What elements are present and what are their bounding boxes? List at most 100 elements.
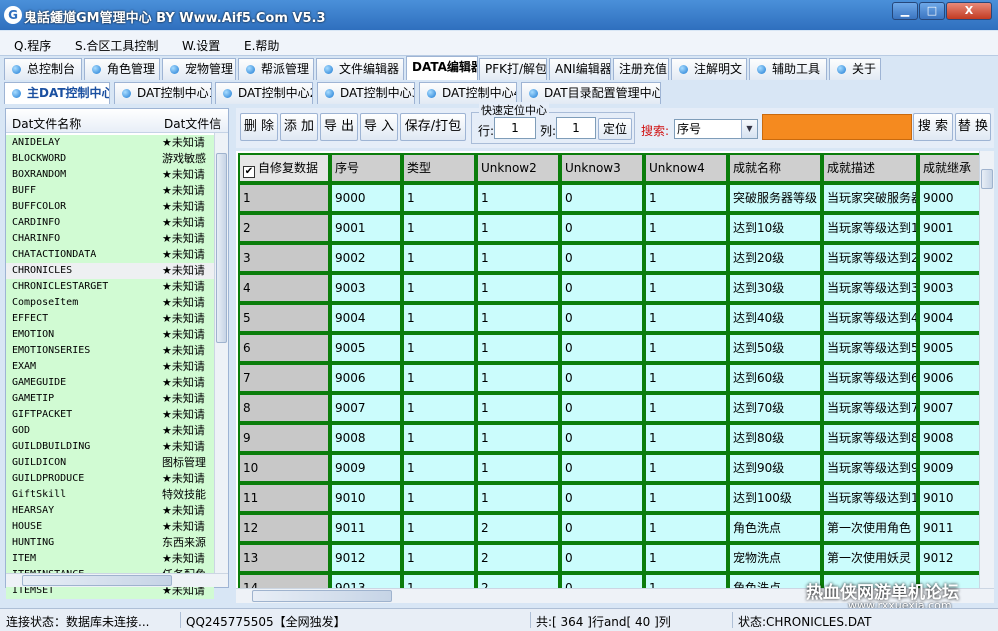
grid-cell[interactable]: 9000 — [330, 183, 402, 213]
chevron-down-icon[interactable]: ▼ — [741, 120, 757, 138]
grid-cell[interactable]: 9001 — [918, 213, 979, 243]
menu-program[interactable]: Q.程序 — [14, 37, 51, 54]
grid-cell[interactable]: 9010 — [918, 483, 979, 513]
grid-cell[interactable]: 9004 — [918, 303, 979, 333]
grid-row-header[interactable]: 2 — [238, 213, 330, 243]
subtab-main-dat[interactable]: 主DAT控制中心 — [4, 82, 110, 104]
grid-cell[interactable]: 0 — [560, 393, 644, 423]
grid-cell[interactable]: 0 — [560, 333, 644, 363]
export-button[interactable]: 导 出 — [320, 113, 358, 141]
grid-column-header[interactable]: 成就描述 — [822, 153, 918, 183]
grid-cell[interactable]: 达到10级 — [728, 213, 822, 243]
grid-cell[interactable]: 角色洗点 — [728, 513, 822, 543]
grid-row-header[interactable]: 1 — [238, 183, 330, 213]
grid-vscroll-thumb[interactable] — [981, 169, 993, 189]
list-item[interactable]: BOXRANDOM ★未知请 — [6, 167, 214, 183]
grid-cell[interactable]: 1 — [476, 213, 560, 243]
close-button[interactable]: X — [946, 2, 992, 20]
tab-about[interactable]: 关于 — [829, 58, 881, 80]
replace-button[interactable]: 替 换 — [955, 113, 991, 141]
grid-cell[interactable]: 1 — [402, 423, 476, 453]
list-item[interactable]: EMOTION ★未知请 — [6, 327, 214, 343]
grid-row-header[interactable]: 13 — [238, 543, 330, 573]
grid-cell[interactable]: 0 — [560, 453, 644, 483]
list-item[interactable]: GOD ★未知请 — [6, 423, 214, 439]
grid-column-header[interactable]: 成就名称 — [728, 153, 822, 183]
menu-settings[interactable]: W.设置 — [182, 37, 220, 54]
grid-cell[interactable]: 9012 — [330, 543, 402, 573]
list-item[interactable]: ITEM ★未知请 — [6, 551, 214, 567]
grid-row-header[interactable]: 10 — [238, 453, 330, 483]
grid-cell[interactable]: 当玩家等级达到1 — [822, 213, 918, 243]
grid-cell[interactable]: 1 — [644, 543, 728, 573]
grid-cell[interactable]: 0 — [560, 513, 644, 543]
grid-cell[interactable]: 9013 — [330, 573, 402, 588]
grid-cell[interactable]: 1 — [402, 363, 476, 393]
grid-cell[interactable]: 1 — [476, 273, 560, 303]
grid-cell[interactable]: 1 — [402, 483, 476, 513]
grid-cell[interactable]: 9006 — [330, 363, 402, 393]
maximize-button[interactable]: □ — [919, 2, 945, 20]
grid-cell[interactable]: 宠物洗点 — [728, 543, 822, 573]
grid-cell[interactable]: 达到60级 — [728, 363, 822, 393]
grid-cell[interactable]: 1 — [402, 333, 476, 363]
grid-cell[interactable]: 当玩家等级达到7 — [822, 393, 918, 423]
col-input[interactable]: 1 — [556, 117, 596, 139]
grid-cell[interactable]: 9005 — [330, 333, 402, 363]
grid-cell[interactable]: 0 — [560, 573, 644, 588]
minimize-button[interactable]: ▁ — [892, 2, 918, 20]
list-hscroll[interactable] — [6, 573, 228, 587]
grid-cell[interactable]: 0 — [560, 483, 644, 513]
search-input[interactable] — [762, 114, 912, 140]
grid-cell[interactable]: 1 — [644, 213, 728, 243]
list-item[interactable]: GAMEGUIDE ★未知请 — [6, 375, 214, 391]
list-item[interactable]: HEARSAY ★未知请 — [6, 503, 214, 519]
search-button[interactable]: 搜 索 — [913, 113, 953, 141]
grid-cell[interactable]: 1 — [644, 273, 728, 303]
grid-cell[interactable]: 达到20级 — [728, 243, 822, 273]
grid-cell[interactable]: 1 — [644, 303, 728, 333]
list-item[interactable]: CHRONICLES ★未知请 — [6, 263, 214, 279]
list-hscroll-thumb[interactable] — [22, 575, 172, 586]
subtab-dat-2[interactable]: DAT控制中心2 — [215, 82, 313, 104]
grid-cell[interactable]: 2 — [476, 573, 560, 588]
grid-cell[interactable]: 1 — [644, 513, 728, 543]
grid-cell[interactable]: 当玩家突破服务器 — [822, 183, 918, 213]
grid-cell[interactable]: 当玩家等级达到1 — [822, 483, 918, 513]
grid-cell[interactable]: 9007 — [330, 393, 402, 423]
list-col-name[interactable]: Dat文件名称 — [12, 115, 81, 132]
grid-cell[interactable]: 当玩家等级达到4 — [822, 303, 918, 333]
list-item[interactable]: GUILDICON 图标管理 — [6, 455, 214, 471]
grid-cell[interactable]: 达到100级 — [728, 483, 822, 513]
list-item[interactable]: GUILDPRODUCE ★未知请 — [6, 471, 214, 487]
list-item[interactable]: BUFFCOLOR ★未知请 — [6, 199, 214, 215]
grid-cell[interactable]: 0 — [560, 303, 644, 333]
tab-ani-editor[interactable]: ANI编辑器 — [549, 58, 611, 80]
grid-cell[interactable]: 9011 — [918, 513, 979, 543]
list-item[interactable]: EMOTIONSERIES ★未知请 — [6, 343, 214, 359]
grid-cell[interactable]: 突破服务器等级 — [728, 183, 822, 213]
grid-cell[interactable]: 9011 — [330, 513, 402, 543]
grid-row-header[interactable]: 4 — [238, 273, 330, 303]
search-field-select[interactable]: 序号 ▼ — [674, 119, 758, 139]
delete-button[interactable]: 删 除 — [240, 113, 278, 141]
grid-row-header[interactable]: 5 — [238, 303, 330, 333]
tab-register[interactable]: 注册充值 — [613, 58, 669, 80]
grid-cell[interactable]: 1 — [402, 573, 476, 588]
list-item[interactable]: GUILDBUILDING ★未知请 — [6, 439, 214, 455]
tab-data-editor[interactable]: DATA编辑器 — [406, 56, 478, 80]
fix-data-checkbox[interactable]: ✔ 自修复数据 — [238, 153, 330, 183]
grid-cell[interactable]: 1 — [402, 243, 476, 273]
menu-help[interactable]: E.帮助 — [244, 37, 279, 54]
grid-cell[interactable]: 达到70级 — [728, 393, 822, 423]
list-item[interactable]: CHATACTIONDATA ★未知请 — [6, 247, 214, 263]
grid-cell[interactable]: 1 — [476, 333, 560, 363]
tab-annotation[interactable]: 注解明文 — [671, 58, 747, 80]
grid-cell[interactable]: 0 — [560, 273, 644, 303]
grid-cell[interactable]: 1 — [644, 423, 728, 453]
tab-pet[interactable]: 宠物管理 — [162, 58, 236, 80]
grid-row-header[interactable]: 14 — [238, 573, 330, 588]
import-button[interactable]: 导 入 — [360, 113, 398, 141]
grid-cell[interactable]: 9009 — [330, 453, 402, 483]
locate-button[interactable]: 定位 — [598, 118, 632, 140]
